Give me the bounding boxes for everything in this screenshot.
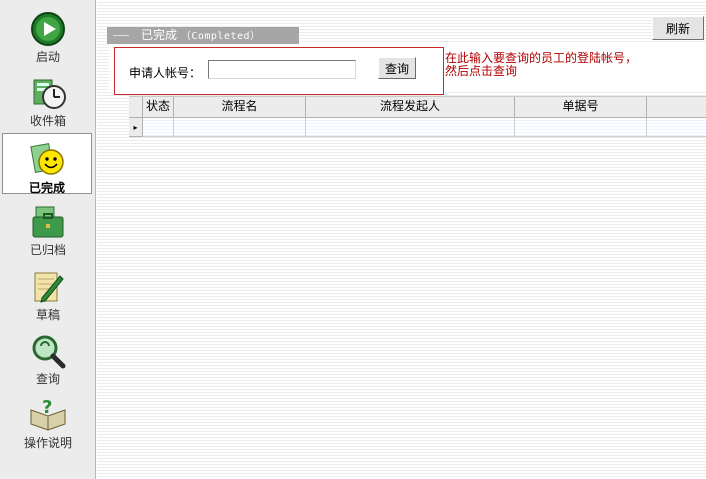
- refresh-button[interactable]: 刷新: [652, 16, 704, 40]
- sidebar-item-inbox[interactable]: 收件箱: [0, 74, 96, 128]
- query-button[interactable]: 查询: [378, 57, 416, 79]
- table-cell[interactable]: [143, 118, 174, 137]
- search-hint: 在此输入要查询的员工的登陆帐号， 然后点击查询: [445, 52, 637, 78]
- column-header-document-no[interactable]: 单据号: [515, 97, 647, 118]
- archive-briefcase-icon: [32, 206, 64, 238]
- help-book-icon: ?: [30, 397, 66, 431]
- table-corner: [129, 97, 143, 118]
- table-cell[interactable]: [647, 118, 706, 137]
- sidebar-item-query[interactable]: 查询: [0, 332, 96, 386]
- sidebar-item-label: 草稿: [35, 308, 60, 322]
- sidebar: 启动 收件箱 已完成 已归档 草稿 查询 ? 操作说明: [0, 0, 96, 479]
- sidebar-item-label: 已完成: [28, 181, 65, 195]
- svg-text:?: ?: [42, 397, 52, 418]
- sidebar-item-drafts[interactable]: 草稿: [0, 268, 96, 322]
- applicant-account-input[interactable]: [208, 60, 356, 79]
- main-content: 刷新 已完成 （Completed） 申请人帐号： 查询 在此输入要查询的员工的…: [97, 0, 706, 479]
- sidebar-item-label: 操作说明: [23, 436, 72, 450]
- section-title: 已完成: [141, 28, 178, 42]
- sidebar-item-label: 收件箱: [29, 114, 66, 128]
- sidebar-item-completed[interactable]: 已完成: [2, 133, 92, 195]
- search-box: 申请人帐号： 查询: [114, 47, 444, 95]
- column-header-process-name[interactable]: 流程名: [174, 97, 306, 118]
- sidebar-item-help[interactable]: ? 操作说明: [0, 396, 96, 450]
- hint-line-2: 然后点击查询: [445, 64, 518, 78]
- applicant-account-label: 申请人帐号：: [129, 66, 202, 80]
- row-selector[interactable]: ▸: [129, 118, 143, 137]
- inbox-clock-icon: [33, 79, 66, 109]
- table-cell[interactable]: [174, 118, 306, 137]
- table-cell[interactable]: [515, 118, 647, 137]
- sidebar-item-archived[interactable]: 已归档: [0, 203, 96, 257]
- completed-table: 状态 流程名 流程发起人 单据号 ▸: [129, 96, 706, 137]
- table-cell[interactable]: [306, 118, 515, 137]
- section-title-en: （Completed）: [180, 31, 261, 42]
- draft-pencil-icon: [34, 272, 64, 303]
- sidebar-item-start[interactable]: 启动: [0, 10, 96, 64]
- sidebar-item-label: 查询: [35, 372, 60, 386]
- column-header-status[interactable]: 状态: [143, 97, 174, 118]
- play-icon: [31, 12, 65, 46]
- sidebar-item-label: 启动: [35, 50, 60, 64]
- search-panel: 申请人帐号： 查询 在此输入要查询的员工的登陆帐号， 然后点击查询: [109, 44, 706, 95]
- magnifier-query-icon: [32, 335, 66, 369]
- sidebar-item-label: 已归档: [29, 243, 66, 257]
- section-title-tab: 已完成 （Completed）: [107, 27, 299, 44]
- smiley-completed-icon: [30, 143, 64, 175]
- column-header-initiator[interactable]: 流程发起人: [306, 97, 515, 118]
- column-header-empty: [647, 97, 706, 118]
- tab-decoration: [113, 35, 129, 36]
